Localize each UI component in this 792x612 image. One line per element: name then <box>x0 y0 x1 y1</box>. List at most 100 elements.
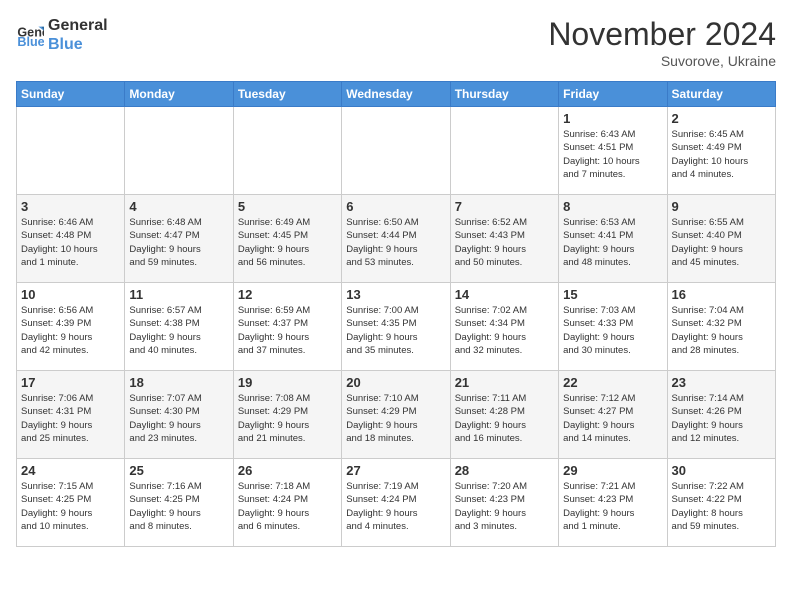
day-cell: 4 Sunrise: 6:48 AM Sunset: 4:47 PM Daylig… <box>125 195 233 283</box>
day-info: Sunrise: 7:11 AM Sunset: 4:28 PM Dayligh… <box>455 392 554 445</box>
day-info: Sunrise: 6:52 AM Sunset: 4:43 PM Dayligh… <box>455 216 554 269</box>
day-header-monday: Monday <box>125 82 233 107</box>
day-cell: 27 Sunrise: 7:19 AM Sunset: 4:24 PM Dayli… <box>342 459 450 547</box>
day-cell: 3 Sunrise: 6:46 AM Sunset: 4:48 PM Daylig… <box>17 195 125 283</box>
day-info: Sunrise: 7:19 AM Sunset: 4:24 PM Dayligh… <box>346 480 445 533</box>
day-cell: 30Sunrise: 7:22 AM Sunset: 4:22 PM Dayli… <box>667 459 775 547</box>
day-info: Sunrise: 6:56 AM Sunset: 4:39 PM Dayligh… <box>21 304 120 357</box>
day-info: Sunrise: 6:53 AM Sunset: 4:41 PM Dayligh… <box>563 216 662 269</box>
day-number: 6 <box>346 199 445 214</box>
calendar-header-row: SundayMondayTuesdayWednesdayThursdayFrid… <box>17 82 776 107</box>
day-cell: 18 Sunrise: 7:07 AM Sunset: 4:30 PM Dayli… <box>125 371 233 459</box>
day-number: 24 <box>21 463 120 478</box>
day-info: Sunrise: 6:50 AM Sunset: 4:44 PM Dayligh… <box>346 216 445 269</box>
day-cell: 16Sunrise: 7:04 AM Sunset: 4:32 PM Dayli… <box>667 283 775 371</box>
day-number: 25 <box>129 463 228 478</box>
day-cell: 2 Sunrise: 6:45 AM Sunset: 4:49 PM Daylig… <box>667 107 775 195</box>
day-number: 16 <box>672 287 771 302</box>
page-header: Gene Blue General Blue November 2024 Suv… <box>16 16 776 69</box>
day-info: Sunrise: 6:55 AM Sunset: 4:40 PM Dayligh… <box>672 216 771 269</box>
day-info: Sunrise: 6:46 AM Sunset: 4:48 PM Dayligh… <box>21 216 120 269</box>
day-header-tuesday: Tuesday <box>233 82 341 107</box>
day-number: 4 <box>129 199 228 214</box>
day-info: Sunrise: 7:22 AM Sunset: 4:22 PM Dayligh… <box>672 480 771 533</box>
day-number: 21 <box>455 375 554 390</box>
week-row-2: 3 Sunrise: 6:46 AM Sunset: 4:48 PM Daylig… <box>17 195 776 283</box>
day-info: Sunrise: 7:07 AM Sunset: 4:30 PM Dayligh… <box>129 392 228 445</box>
day-number: 9 <box>672 199 771 214</box>
day-cell: 21 Sunrise: 7:11 AM Sunset: 4:28 PM Dayli… <box>450 371 558 459</box>
day-info: Sunrise: 7:10 AM Sunset: 4:29 PM Dayligh… <box>346 392 445 445</box>
day-info: Sunrise: 7:14 AM Sunset: 4:26 PM Dayligh… <box>672 392 771 445</box>
day-cell: 1 Sunrise: 6:43 AM Sunset: 4:51 PM Daylig… <box>559 107 667 195</box>
title-block: November 2024 Suvorove, Ukraine <box>548 16 776 69</box>
day-info: Sunrise: 7:02 AM Sunset: 4:34 PM Dayligh… <box>455 304 554 357</box>
day-info: Sunrise: 7:12 AM Sunset: 4:27 PM Dayligh… <box>563 392 662 445</box>
day-info: Sunrise: 7:06 AM Sunset: 4:31 PM Dayligh… <box>21 392 120 445</box>
day-number: 8 <box>563 199 662 214</box>
day-cell: 15 Sunrise: 7:03 AM Sunset: 4:33 PM Dayli… <box>559 283 667 371</box>
day-cell: 13 Sunrise: 7:00 AM Sunset: 4:35 PM Dayli… <box>342 283 450 371</box>
day-cell: 14 Sunrise: 7:02 AM Sunset: 4:34 PM Dayli… <box>450 283 558 371</box>
day-cell: 12 Sunrise: 6:59 AM Sunset: 4:37 PM Dayli… <box>233 283 341 371</box>
day-info: Sunrise: 7:03 AM Sunset: 4:33 PM Dayligh… <box>563 304 662 357</box>
day-number: 1 <box>563 111 662 126</box>
logo-line2: Blue <box>48 35 108 54</box>
day-info: Sunrise: 6:57 AM Sunset: 4:38 PM Dayligh… <box>129 304 228 357</box>
month-title: November 2024 <box>548 16 776 53</box>
day-cell: 22 Sunrise: 7:12 AM Sunset: 4:27 PM Dayli… <box>559 371 667 459</box>
day-number: 13 <box>346 287 445 302</box>
day-number: 19 <box>238 375 337 390</box>
day-number: 15 <box>563 287 662 302</box>
day-number: 20 <box>346 375 445 390</box>
week-row-5: 24 Sunrise: 7:15 AM Sunset: 4:25 PM Dayli… <box>17 459 776 547</box>
day-info: Sunrise: 7:18 AM Sunset: 4:24 PM Dayligh… <box>238 480 337 533</box>
day-number: 10 <box>21 287 120 302</box>
day-info: Sunrise: 6:59 AM Sunset: 4:37 PM Dayligh… <box>238 304 337 357</box>
day-cell <box>342 107 450 195</box>
week-row-1: 1 Sunrise: 6:43 AM Sunset: 4:51 PM Daylig… <box>17 107 776 195</box>
day-header-wednesday: Wednesday <box>342 82 450 107</box>
day-cell: 23Sunrise: 7:14 AM Sunset: 4:26 PM Dayli… <box>667 371 775 459</box>
day-number: 12 <box>238 287 337 302</box>
logo-icon: Gene Blue <box>16 21 44 49</box>
day-cell: 25 Sunrise: 7:16 AM Sunset: 4:25 PM Dayli… <box>125 459 233 547</box>
day-header-sunday: Sunday <box>17 82 125 107</box>
day-cell <box>233 107 341 195</box>
location: Suvorove, Ukraine <box>548 53 776 69</box>
day-info: Sunrise: 7:21 AM Sunset: 4:23 PM Dayligh… <box>563 480 662 533</box>
day-number: 18 <box>129 375 228 390</box>
day-number: 27 <box>346 463 445 478</box>
day-info: Sunrise: 7:08 AM Sunset: 4:29 PM Dayligh… <box>238 392 337 445</box>
day-info: Sunrise: 7:20 AM Sunset: 4:23 PM Dayligh… <box>455 480 554 533</box>
day-cell: 17 Sunrise: 7:06 AM Sunset: 4:31 PM Dayli… <box>17 371 125 459</box>
day-number: 22 <box>563 375 662 390</box>
day-info: Sunrise: 6:45 AM Sunset: 4:49 PM Dayligh… <box>672 128 771 181</box>
day-cell: 7Sunrise: 6:52 AM Sunset: 4:43 PM Daylig… <box>450 195 558 283</box>
day-header-saturday: Saturday <box>667 82 775 107</box>
logo: Gene Blue General Blue <box>16 16 108 54</box>
day-number: 17 <box>21 375 120 390</box>
week-row-4: 17 Sunrise: 7:06 AM Sunset: 4:31 PM Dayli… <box>17 371 776 459</box>
day-cell: 6 Sunrise: 6:50 AM Sunset: 4:44 PM Daylig… <box>342 195 450 283</box>
day-cell: 11 Sunrise: 6:57 AM Sunset: 4:38 PM Dayli… <box>125 283 233 371</box>
day-number: 14 <box>455 287 554 302</box>
day-info: Sunrise: 7:15 AM Sunset: 4:25 PM Dayligh… <box>21 480 120 533</box>
day-cell: 24 Sunrise: 7:15 AM Sunset: 4:25 PM Dayli… <box>17 459 125 547</box>
calendar-table: SundayMondayTuesdayWednesdayThursdayFrid… <box>16 81 776 547</box>
week-row-3: 10 Sunrise: 6:56 AM Sunset: 4:39 PM Dayli… <box>17 283 776 371</box>
day-info: Sunrise: 6:49 AM Sunset: 4:45 PM Dayligh… <box>238 216 337 269</box>
day-number: 3 <box>21 199 120 214</box>
day-cell: 19 Sunrise: 7:08 AM Sunset: 4:29 PM Dayli… <box>233 371 341 459</box>
day-info: Sunrise: 7:00 AM Sunset: 4:35 PM Dayligh… <box>346 304 445 357</box>
day-info: Sunrise: 6:48 AM Sunset: 4:47 PM Dayligh… <box>129 216 228 269</box>
day-cell <box>125 107 233 195</box>
day-number: 11 <box>129 287 228 302</box>
day-cell: 26Sunrise: 7:18 AM Sunset: 4:24 PM Dayli… <box>233 459 341 547</box>
day-cell: 10 Sunrise: 6:56 AM Sunset: 4:39 PM Dayli… <box>17 283 125 371</box>
logo-line1: General <box>48 16 108 35</box>
day-cell: 8 Sunrise: 6:53 AM Sunset: 4:41 PM Daylig… <box>559 195 667 283</box>
day-info: Sunrise: 6:43 AM Sunset: 4:51 PM Dayligh… <box>563 128 662 181</box>
day-info: Sunrise: 7:16 AM Sunset: 4:25 PM Dayligh… <box>129 480 228 533</box>
day-number: 2 <box>672 111 771 126</box>
